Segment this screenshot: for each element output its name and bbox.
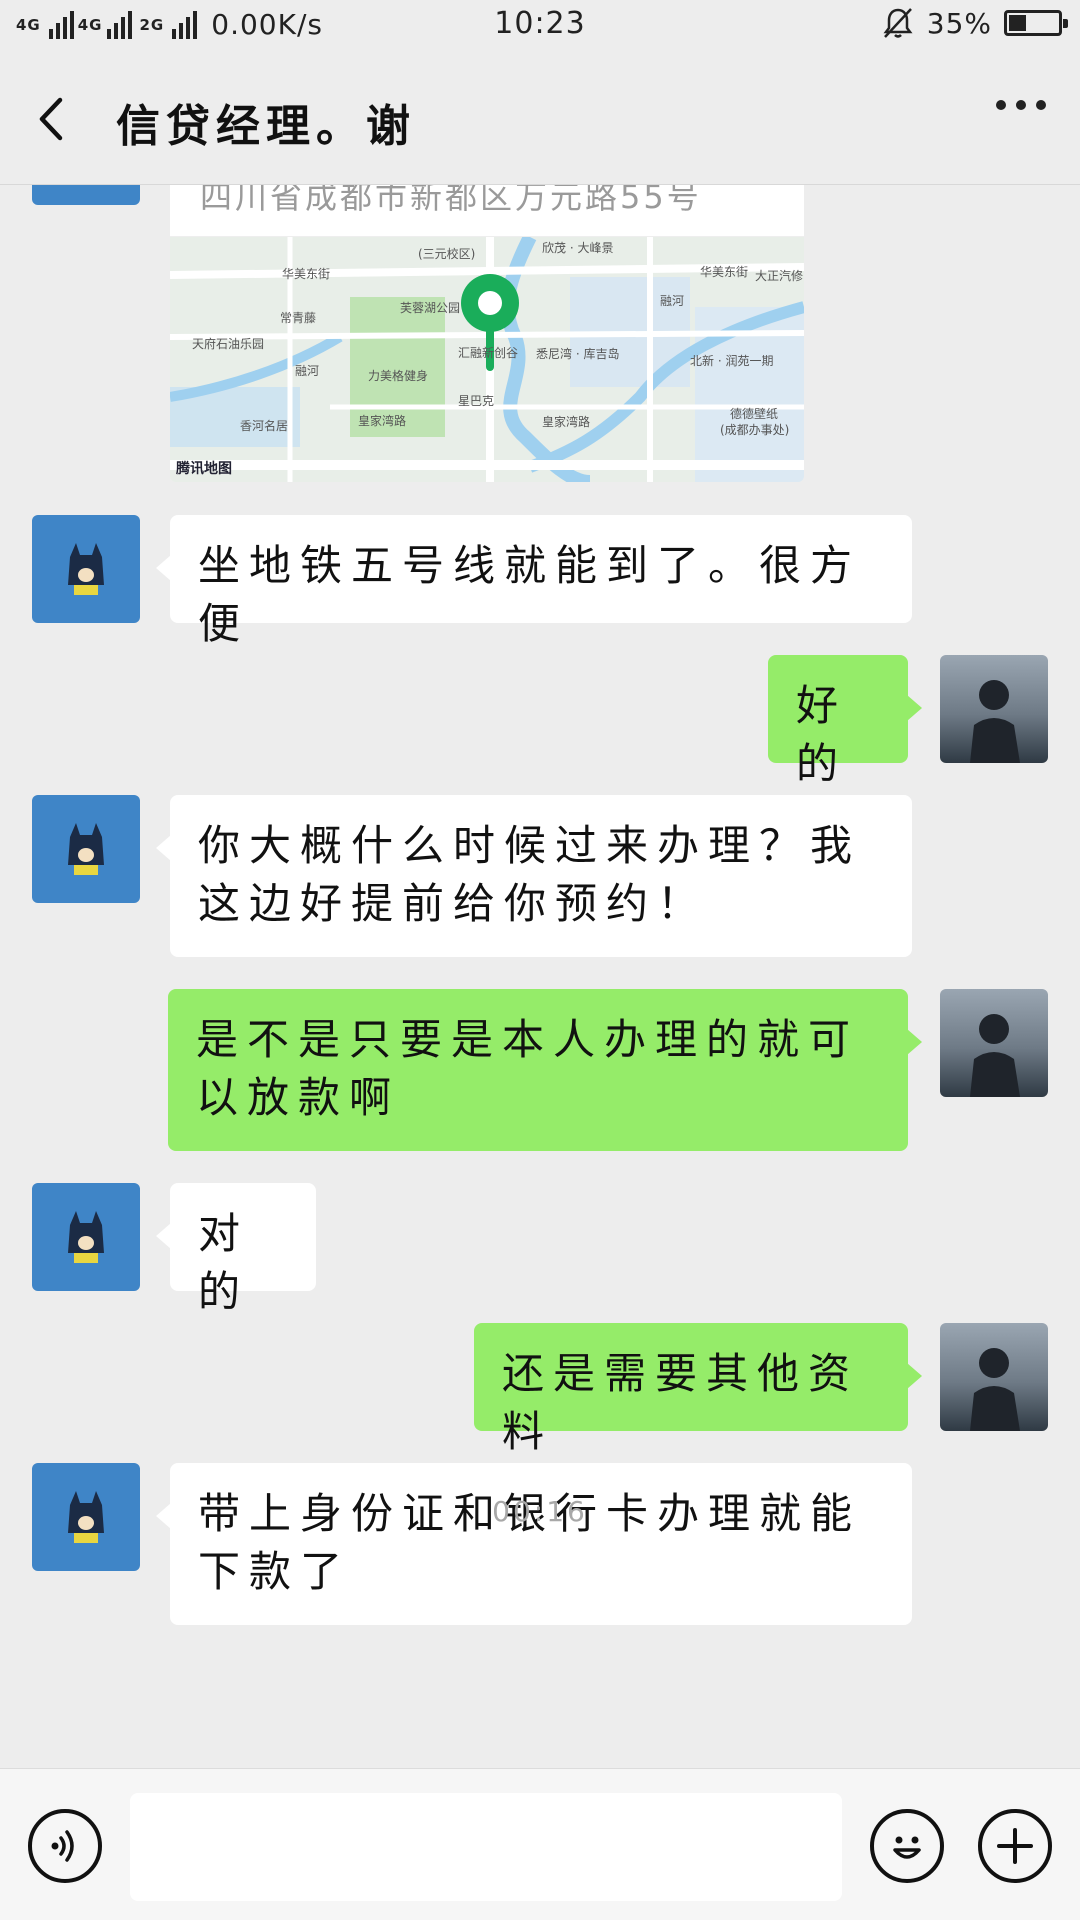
battery-percent: 35% — [926, 6, 992, 40]
message-bubble-outgoing[interactable]: 是不是只要是本人办理的就可以放款啊 — [168, 989, 922, 1151]
chat-screen: 4G 4G 2G 0.00K/s 10:23 35% 信贷经理。谢 四川省成都市… — [0, 0, 1080, 1920]
person-silhouette-icon — [970, 680, 1020, 763]
message-bubble-incoming[interactable]: 你大概什么时候过来办理？我这边好提前给你预约！ — [156, 795, 912, 957]
contact-avatar[interactable] — [32, 1183, 140, 1291]
map-brand-logo: 腾讯地图 — [176, 461, 232, 477]
message-bubble-incoming[interactable]: 对的 — [156, 1183, 316, 1316]
message-input[interactable] — [130, 1793, 842, 1901]
battery-level — [1009, 15, 1026, 31]
back-button[interactable] — [30, 94, 80, 144]
status-right: 35% — [881, 6, 1068, 40]
chat-header: 信贷经理。谢 — [0, 54, 1080, 185]
batman-avatar-icon — [68, 543, 104, 595]
plus-icon — [997, 1828, 1033, 1864]
message-list[interactable]: 四川省成都市新都区万元路55号 (三元校区) 欣茂 · 大峰景 华美东街 华美东… — [0, 185, 1080, 1768]
location-message[interactable]: 四川省成都市新都区万元路55号 (三元校区) 欣茂 · 大峰景 华美东街 华美东… — [170, 185, 804, 482]
message-timestamp: 00:16 — [492, 1495, 588, 1528]
chevron-left-icon — [39, 97, 63, 141]
bell-muted-icon — [883, 8, 913, 38]
person-silhouette-icon — [970, 1014, 1020, 1097]
voice-icon — [51, 1830, 74, 1862]
location-map[interactable]: (三元校区) 欣茂 · 大峰景 华美东街 华美东街 大正汽修 常青藤 芙蓉湖公园… — [170, 237, 804, 482]
emoji-button[interactable] — [870, 1809, 944, 1883]
contact-avatar[interactable] — [32, 795, 140, 903]
chat-title: 信贷经理。谢 — [116, 101, 416, 152]
message-bubble-outgoing[interactable]: 好的 — [768, 655, 922, 788]
contact-avatar[interactable] — [32, 185, 140, 205]
my-avatar[interactable] — [940, 989, 1048, 1097]
emoji-icon — [893, 1836, 921, 1859]
batman-avatar-icon — [68, 1211, 104, 1263]
more-button[interactable] — [996, 100, 1046, 110]
voice-button[interactable] — [28, 1809, 102, 1883]
status-bar: 4G 4G 2G 0.00K/s 10:23 35% — [0, 0, 1080, 54]
contact-avatar[interactable] — [32, 515, 140, 623]
message-bubble-incoming[interactable]: 带上身份证和银行卡办理就能下款了 — [156, 1463, 912, 1625]
battery-icon — [1004, 10, 1068, 36]
input-bar — [0, 1768, 1080, 1920]
my-avatar[interactable] — [940, 1323, 1048, 1431]
my-avatar[interactable] — [940, 655, 1048, 763]
message-bubble-outgoing[interactable]: 还是需要其他资料 — [474, 1323, 922, 1456]
plus-button[interactable] — [978, 1809, 1052, 1883]
message-bubble-incoming[interactable]: 坐地铁五号线就能到了。很方便 — [156, 515, 912, 648]
location-address: 四川省成都市新都区万元路55号 — [170, 185, 804, 237]
batman-avatar-icon — [68, 823, 104, 875]
more-dots-icon — [996, 100, 1006, 110]
person-silhouette-icon — [970, 1348, 1020, 1431]
